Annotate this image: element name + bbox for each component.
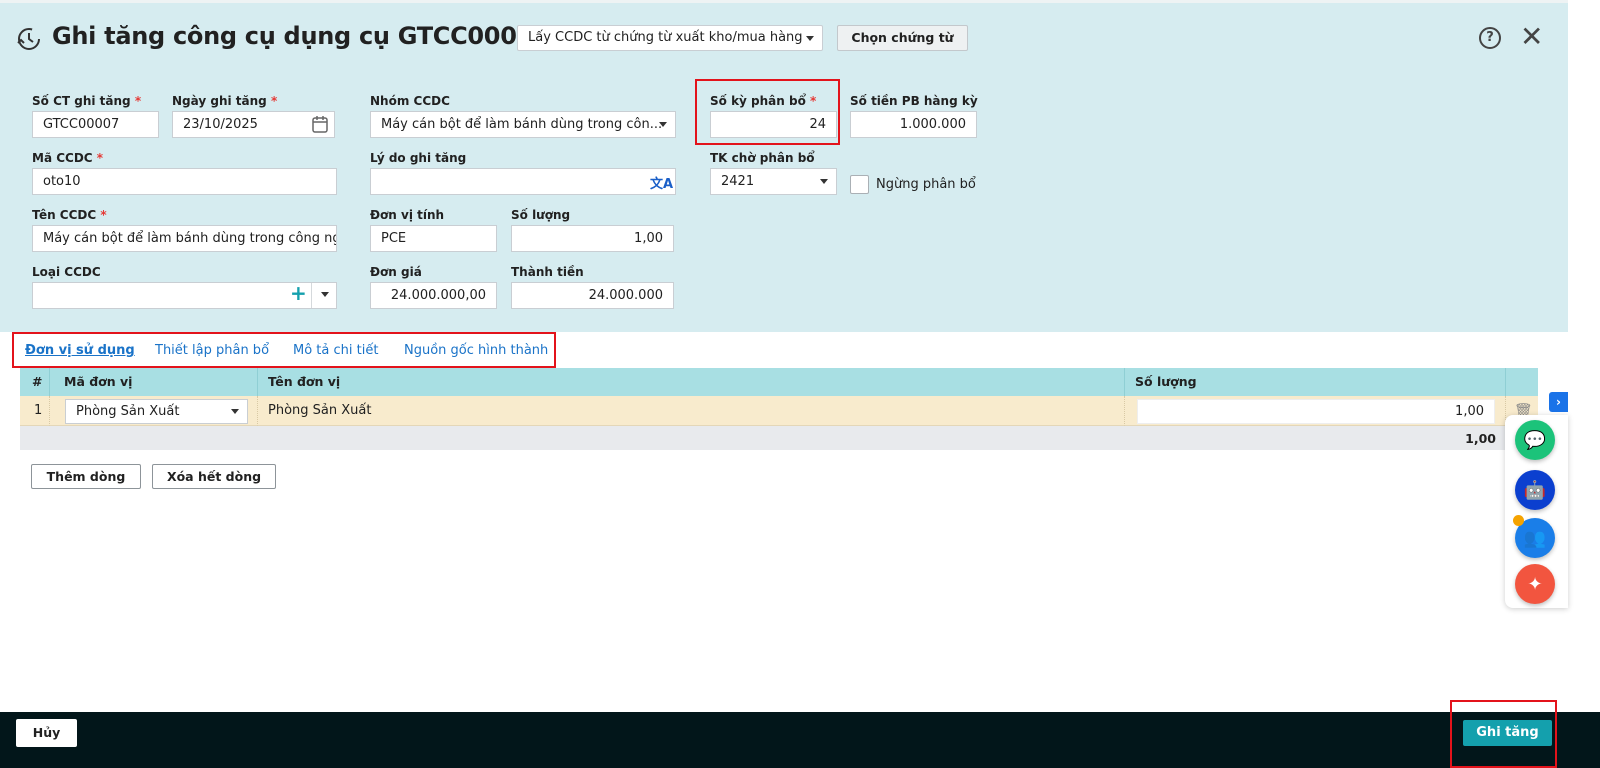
ngay-input[interactable]: 23/10/2025 [172,111,335,138]
total-row: 1,00 [20,426,1506,450]
page-title: Ghi tăng công cụ dụng cụ GTCC00007 [52,22,550,50]
cell-no: 1 [20,396,50,426]
ngung-label: Ngừng phân bổ [876,177,976,192]
calendar-icon[interactable] [312,115,328,133]
chevron-down-icon [806,36,814,41]
source-select-value: Lấy CCDC từ chứng từ xuất kho/mua hàng [528,30,803,45]
so-ct-label: Số CT ghi tăng * [32,94,142,108]
col-so-luong: Số lượng [1125,368,1506,396]
tab-don-vi-su-dung[interactable]: Đơn vị sử dụng [25,343,135,358]
translate-icon[interactable]: 文A [650,173,673,192]
ngay-label: Ngày ghi tăng * [172,94,278,108]
ten-label: Tên CCDC * [32,208,107,222]
so-luong-label: Số lượng [511,208,571,222]
loai-label: Loại CCDC [32,265,101,279]
tk-cho-label: TK chờ phân bổ [710,151,815,165]
history-icon [17,28,40,50]
dvt-label: Đơn vị tính [370,208,445,222]
help-icon[interactable]: ? [1479,27,1501,49]
don-gia-input[interactable]: 24.000.000,00 [370,282,497,309]
so-ct-input[interactable]: GTCC00007 [32,111,159,138]
so-tien-pb-input[interactable]: 1.000.000 [850,111,977,138]
total-value: 1,00 [1465,431,1496,446]
chat-icon[interactable]: 💬 [1515,420,1555,460]
thanh-tien-input[interactable]: 24.000.000 [511,282,674,309]
ma-label: Mã CCDC * [32,151,104,165]
chevron-down-icon [321,292,329,297]
loai-dropdown-button[interactable] [312,282,337,309]
expand-panel-button[interactable]: › [1549,392,1568,412]
col-ten-don-vi: Tên đơn vị [258,368,1125,396]
col-actions [1506,368,1538,396]
so-ky-input[interactable]: 24 [710,111,837,138]
choose-voucher-button[interactable]: Chọn chứng từ [837,25,968,51]
source-select[interactable]: Lấy CCDC từ chứng từ xuất kho/mua hàng [517,25,823,51]
don-gia-label: Đơn giá [370,265,422,279]
chevron-down-icon [820,179,828,184]
footer-bar [0,712,1600,768]
tk-cho-select[interactable]: 2421 [710,168,837,195]
nhom-select[interactable]: Máy cán bột để làm bánh dùng trong côn..… [370,111,676,138]
tab-thiet-lap-phan-bo[interactable]: Thiết lập phân bổ [155,343,269,358]
so-ky-label: Số kỳ phân bổ * [710,94,817,108]
cancel-button[interactable]: Hủy [16,719,77,747]
so-luong-row-input[interactable]: 1,00 [1137,399,1495,424]
dvt-input[interactable]: PCE [370,225,497,252]
ly-do-input[interactable] [370,168,676,195]
chevron-down-icon [659,122,667,127]
notification-dot [1513,515,1524,526]
tab-mo-ta-chi-tiet[interactable]: Mô tả chi tiết [293,343,378,358]
so-tien-pb-label: Số tiền PB hàng kỳ [850,94,978,108]
ngung-checkbox[interactable] [850,175,869,194]
ly-do-label: Lý do ghi tăng [370,151,467,165]
close-icon[interactable]: ✕ [1520,22,1543,52]
save-button[interactable]: Ghi tăng [1463,720,1552,746]
add-icon[interactable]: + [290,281,307,305]
nhom-label: Nhóm CCDC [370,94,450,108]
col-ma-don-vi: Mã đơn vị [50,368,258,396]
cell-ten: Phòng Sản Xuất [258,396,1125,426]
so-luong-input[interactable]: 1,00 [511,225,674,252]
tab-nguon-goc[interactable]: Nguồn gốc hình thành [404,343,548,358]
ma-input[interactable]: oto10 [32,168,337,195]
ai-sparkle-icon[interactable]: ✦ [1515,564,1555,604]
bot-icon[interactable]: 🤖 [1515,470,1555,510]
ten-input[interactable]: Máy cán bột để làm bánh dùng trong công … [32,225,337,252]
chevron-down-icon [231,409,239,414]
thanh-tien-label: Thành tiền [511,265,584,279]
col-no: # [20,368,50,396]
add-row-button[interactable]: Thêm dòng [31,464,141,489]
ma-don-vi-select[interactable]: Phòng Sản Xuất [65,399,248,424]
clear-rows-button[interactable]: Xóa hết dòng [152,464,276,489]
